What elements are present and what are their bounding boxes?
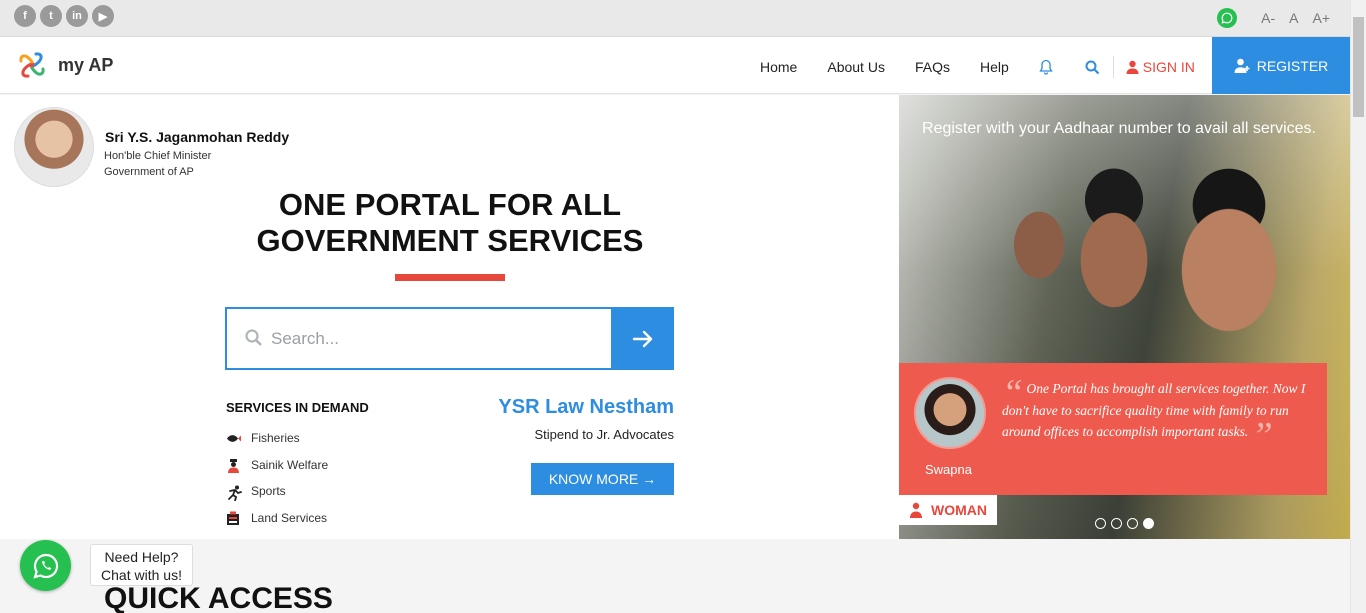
banner-caption: Register with your Aadhaar number to ava…: [922, 120, 1316, 137]
headline-line-2: GOVERNMENT SERVICES: [256, 223, 644, 258]
nav-help[interactable]: Help: [980, 59, 1009, 75]
cm-name: Sri Y.S. Jaganmohan Reddy: [105, 129, 290, 145]
cm-role-org: Government of AP: [104, 166, 194, 178]
social-links: f t in ▶: [14, 5, 114, 27]
nav-faqs[interactable]: FAQs: [915, 59, 950, 75]
carousel-dot-4[interactable]: [1143, 518, 1154, 529]
search-submit-button[interactable]: [611, 307, 674, 370]
service-item-sports[interactable]: Sports: [226, 478, 328, 505]
logo[interactable]: my AP: [12, 45, 113, 85]
main-nav: Home About Us FAQs Help SIGN IN: [760, 56, 1195, 78]
carousel-dot-3[interactable]: [1127, 518, 1138, 529]
youtube-icon[interactable]: ▶: [92, 5, 114, 27]
sign-in-button[interactable]: SIGN IN: [1126, 59, 1195, 75]
search-input[interactable]: [271, 327, 601, 351]
runner-icon: [226, 485, 242, 502]
testimonial-card: Swapna “ One Portal has brought all serv…: [899, 363, 1327, 495]
logo-text: my AP: [58, 54, 114, 75]
service-item-fisheries[interactable]: Fisheries: [226, 425, 328, 452]
page-scrollbar[interactable]: [1350, 0, 1366, 613]
cm-role-title: Hon'ble Chief Minister: [104, 150, 212, 162]
search-field-icon: [245, 329, 263, 352]
services-in-demand-title: SERVICES IN DEMAND: [226, 400, 369, 415]
add-user-icon: [1234, 58, 1250, 73]
font-decrease-button[interactable]: A-: [1261, 10, 1275, 26]
services-in-demand-list: Fisheries Sainik Welfare Sports Land Ser…: [226, 425, 328, 531]
nav-about-us[interactable]: About Us: [827, 59, 885, 75]
testimonial-avatar: [914, 377, 986, 449]
whatsapp-chat-button[interactable]: [20, 540, 71, 591]
category-tag: WOMAN: [899, 495, 997, 525]
service-item-land-services[interactable]: Land Services: [226, 505, 328, 532]
close-quote-icon: ”: [1251, 415, 1273, 457]
carousel-dot-2[interactable]: [1111, 518, 1122, 529]
fish-icon: [226, 432, 241, 445]
whatsapp-icon: [32, 553, 58, 579]
help-chat-bubble[interactable]: Need Help? Chat with us!: [90, 544, 193, 586]
promo-title[interactable]: YSR Law Nestham: [474, 396, 674, 419]
service-label: Fisheries: [251, 431, 300, 446]
help-bubble-line-2: Chat with us!: [101, 567, 182, 583]
service-label: Sports: [251, 484, 286, 499]
nav-divider: [1112, 56, 1114, 78]
font-size-controls: A- A A+: [1217, 8, 1330, 28]
whatsapp-icon[interactable]: [1217, 8, 1238, 28]
register-button[interactable]: REGISTER: [1212, 37, 1350, 94]
testimonial-author: Swapna: [925, 462, 972, 477]
register-label: REGISTER: [1256, 57, 1329, 74]
help-bubble-line-1: Need Help?: [104, 549, 179, 565]
chief-minister-photo: [14, 107, 94, 187]
carousel-dots: [1095, 518, 1154, 529]
linkedin-icon[interactable]: in: [66, 5, 88, 27]
carousel-dot-1[interactable]: [1095, 518, 1106, 529]
testimonial-quote: “ One Portal has brought all services to…: [1002, 374, 1314, 455]
soldier-icon: [226, 458, 241, 474]
arrow-right-icon: [632, 330, 652, 347]
service-label: Land Services: [251, 510, 328, 525]
top-bar: f t in ▶ A- A A+: [0, 0, 1350, 37]
twitter-icon[interactable]: t: [40, 5, 62, 27]
know-more-button[interactable]: KNOW MORE →: [531, 463, 674, 495]
land-document-icon: [226, 511, 241, 526]
category-tag-label: WOMAN: [931, 502, 987, 518]
woman-icon: [910, 502, 922, 518]
myap-logo-icon: [19, 52, 45, 78]
cm-role: Hon'ble Chief Minister Government of AP: [104, 148, 211, 180]
promo-subtitle: Stipend to Jr. Advocates: [534, 427, 674, 442]
service-search: [225, 307, 674, 370]
font-increase-button[interactable]: A+: [1312, 10, 1330, 26]
scrollbar-thumb[interactable]: [1353, 17, 1364, 117]
font-normal-button[interactable]: A: [1289, 10, 1298, 26]
user-icon: [1126, 60, 1139, 74]
search-icon[interactable]: [1085, 59, 1101, 75]
quick-access-title: QUICK ACCESS: [104, 582, 333, 613]
facebook-icon[interactable]: f: [14, 5, 36, 27]
nav-home[interactable]: Home: [760, 59, 797, 75]
testimonial-banner: Register with your Aadhaar number to ava…: [899, 95, 1350, 539]
hero-section: Sri Y.S. Jaganmohan Reddy Hon'ble Chief …: [0, 95, 899, 539]
service-item-sainik-welfare[interactable]: Sainik Welfare: [226, 452, 328, 479]
headline-underline: [395, 274, 505, 281]
page-headline: ONE PORTAL FOR ALL GOVERNMENT SERVICES: [226, 187, 674, 259]
sign-in-label: SIGN IN: [1142, 59, 1195, 75]
service-label: Sainik Welfare: [251, 457, 329, 472]
bell-icon[interactable]: [1039, 59, 1055, 75]
main-header: my AP Home About Us FAQs Help SIGN IN RE…: [0, 37, 1350, 94]
headline-line-1: ONE PORTAL FOR ALL: [278, 187, 622, 222]
